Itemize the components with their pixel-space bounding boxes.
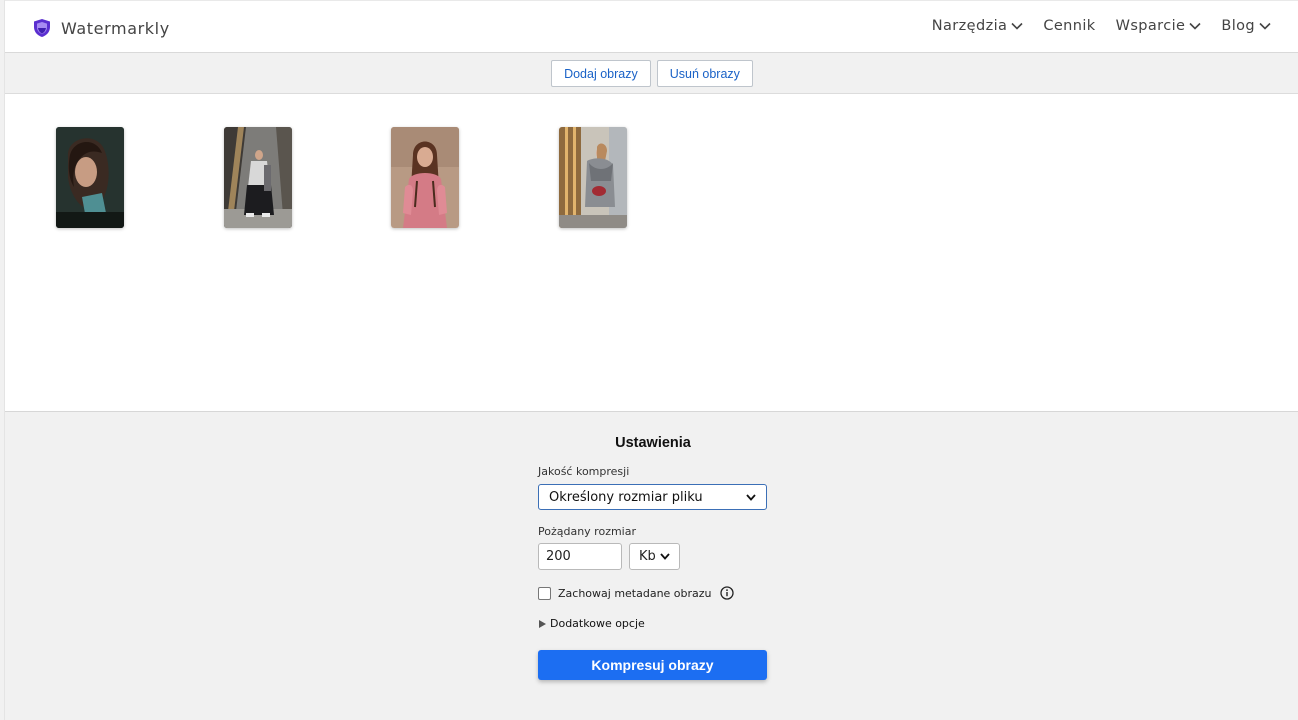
chevron-down-icon bbox=[1011, 22, 1023, 30]
app-frame: Watermarkly Narzędzia Cennik Wsparcie Bl… bbox=[4, 0, 1298, 720]
nav-label: Blog bbox=[1221, 18, 1255, 34]
brand-logo[interactable]: Watermarkly bbox=[33, 17, 170, 39]
nav-label: Cennik bbox=[1043, 18, 1096, 34]
compress-images-button[interactable]: Kompresuj obrazy bbox=[538, 650, 767, 680]
brand-name: Watermarkly bbox=[61, 18, 170, 38]
nav-blog[interactable]: Blog bbox=[1221, 18, 1271, 34]
size-input[interactable]: 200 bbox=[538, 543, 622, 570]
remove-images-button[interactable]: Usuń obrazy bbox=[656, 60, 753, 87]
metadata-label: Zachowaj metadane obrazu bbox=[558, 586, 712, 600]
additional-options-toggle[interactable]: Dodatkowe opcje bbox=[539, 617, 645, 630]
image-thumbnail[interactable] bbox=[224, 127, 292, 228]
nav-narzedzia[interactable]: Narzędzia bbox=[932, 18, 1024, 34]
chevron-down-icon bbox=[660, 553, 670, 560]
caret-right-icon bbox=[539, 619, 546, 628]
image-thumbnail[interactable] bbox=[391, 127, 459, 228]
top-header: Watermarkly Narzędzia Cennik Wsparcie Bl… bbox=[5, 0, 1298, 53]
image-thumbnail[interactable] bbox=[56, 127, 124, 228]
chevron-down-icon bbox=[1189, 22, 1201, 30]
size-value: 200 bbox=[546, 549, 571, 564]
image-toolbar: Dodaj obrazy Usuń obrazy bbox=[5, 53, 1298, 94]
main-nav: Narzędzia Cennik Wsparcie Blog bbox=[932, 18, 1271, 34]
add-images-button[interactable]: Dodaj obrazy bbox=[551, 60, 651, 87]
compression-quality-select[interactable]: Określony rozmiar pliku bbox=[538, 484, 767, 510]
nav-label: Narzędzia bbox=[931, 18, 1008, 34]
image-thumbnail[interactable] bbox=[559, 127, 627, 228]
metadata-option: Zachowaj metadane obrazu bbox=[538, 586, 734, 600]
portrait-image bbox=[56, 127, 124, 228]
pink-outfit-image bbox=[391, 127, 459, 228]
unit-value: Kb bbox=[639, 549, 656, 564]
settings-title: Ustawienia bbox=[615, 435, 691, 451]
chevron-down-icon bbox=[1259, 22, 1271, 30]
street-fashion-image bbox=[224, 127, 292, 228]
additional-options-label: Dodatkowe opcje bbox=[550, 617, 645, 630]
metadata-checkbox[interactable] bbox=[538, 586, 551, 600]
shield-logo-icon bbox=[34, 19, 50, 37]
nav-label: Wsparcie bbox=[1115, 18, 1186, 34]
quality-label: Jakość kompresji bbox=[538, 465, 630, 478]
grey-scarf-image bbox=[559, 127, 627, 228]
image-gallery bbox=[5, 94, 1298, 412]
nav-cennik[interactable]: Cennik bbox=[1043, 18, 1095, 34]
selected-option: Określony rozmiar pliku bbox=[549, 489, 703, 505]
chevron-down-icon bbox=[746, 493, 756, 501]
info-icon[interactable] bbox=[719, 586, 734, 600]
size-label: Pożądany rozmiar bbox=[538, 525, 637, 538]
nav-wsparcie[interactable]: Wsparcie bbox=[1116, 18, 1202, 34]
unit-select[interactable]: Kb bbox=[629, 543, 680, 570]
